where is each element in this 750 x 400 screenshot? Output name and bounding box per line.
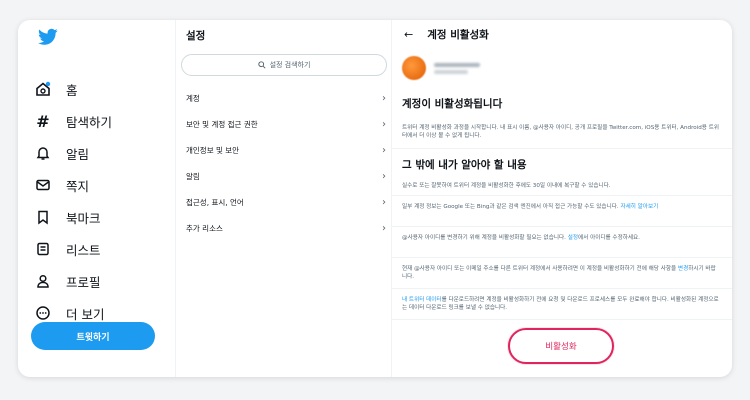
settings-item-label: 보안 및 계정 접근 권한 (186, 119, 258, 129)
settings-search-input[interactable]: 설정 검색하기 (181, 54, 387, 76)
paragraph-restore: 실수로 또는 잘못하여 트위터 계정을 비활성화한 후에도 30일 이내에 복구… (402, 183, 611, 189)
settings-item-resources[interactable]: 추가 리소스 › (186, 220, 386, 236)
settings-item-label: 접근성, 표시, 언어 (186, 197, 244, 207)
primary-nav: 홈 # 탐색하기 알림 쪽지 북마크 리스트 프로필 더 보기 트윗하기 (18, 20, 176, 377)
hashtag-icon: # (36, 111, 50, 131)
settings-item-security[interactable]: 보안 및 계정 접근 권한 › (186, 116, 386, 132)
settings-item-label: 개인정보 및 보안 (186, 145, 240, 155)
deactivate-panel: ← 계정 비활성화 계정이 비활성화됩니다 트위터 계정 비활성화 과정을 시작… (392, 20, 732, 377)
divider (392, 257, 732, 258)
nav-item-profile[interactable]: 프로필 (34, 268, 174, 294)
chevron-right-icon: › (382, 144, 386, 156)
settings-link[interactable]: 설정 (568, 235, 578, 241)
nav-label: 알림 (66, 146, 90, 162)
avatar (402, 56, 426, 80)
account-profile (402, 56, 480, 80)
chevron-right-icon: › (382, 118, 386, 130)
twitter-data-link[interactable]: 내 트위터 데이터 (402, 297, 442, 303)
back-arrow-icon[interactable]: ← (404, 28, 413, 41)
bell-icon (34, 144, 52, 162)
app-window: 홈 # 탐색하기 알림 쪽지 북마크 리스트 프로필 더 보기 트윗하기 설정 … (18, 20, 732, 377)
settings-item-privacy[interactable]: 개인정보 및 보안 › (186, 142, 386, 158)
chevron-right-icon: › (382, 92, 386, 104)
deactivate-button[interactable]: 비활성화 (508, 328, 614, 364)
more-icon (34, 304, 52, 322)
nav-item-lists[interactable]: 리스트 (34, 236, 174, 262)
nav-item-notifications[interactable]: 알림 (34, 140, 174, 166)
chevron-right-icon: › (382, 222, 386, 234)
settings-item-account[interactable]: 계정 › (186, 90, 386, 106)
page-title: 계정 비활성화 (427, 29, 489, 41)
heading-deactivated: 계정이 비활성화됩니다 (402, 98, 503, 110)
envelope-icon (34, 176, 52, 194)
nav-label: 프로필 (66, 274, 101, 290)
settings-item-label: 계정 (186, 93, 200, 103)
twitter-logo-icon[interactable] (38, 28, 58, 46)
home-icon (34, 80, 52, 98)
settings-item-notifications[interactable]: 알림 › (186, 168, 386, 184)
nav-label: 더 보기 (66, 306, 105, 322)
paragraph-download-data: 내 트위터 데이터를 다운로드하려면 계정을 비활성화하기 전에 요청 및 다운… (402, 297, 719, 312)
nav-label: 탐색하기 (66, 114, 113, 130)
tweet-button[interactable]: 트윗하기 (31, 322, 155, 350)
person-icon (34, 272, 52, 290)
nav-label: 쪽지 (66, 178, 90, 194)
nav-item-explore[interactable]: # 탐색하기 (34, 108, 174, 134)
detail-header: ← 계정 비활성화 (404, 27, 489, 42)
bookmark-icon (34, 208, 52, 226)
settings-item-accessibility[interactable]: 접근성, 표시, 언어 › (186, 194, 386, 210)
nav-label: 북마크 (66, 210, 101, 226)
learn-more-link[interactable]: 자세히 알아보기 (620, 204, 658, 210)
settings-item-label: 알림 (186, 171, 200, 181)
settings-title: 설정 (186, 30, 206, 42)
paragraph-search-engines: 일부 계정 정보는 Google 또는 Bing과 같은 검색 엔진에서 아직 … (402, 204, 659, 210)
search-placeholder: 설정 검색하기 (269, 61, 311, 69)
nav-label: 리스트 (66, 242, 101, 258)
list-icon (34, 240, 52, 258)
blurred-account-name (434, 60, 480, 77)
change-link[interactable]: 변경 (678, 266, 688, 272)
divider (392, 288, 732, 289)
divider (392, 195, 732, 196)
chevron-right-icon: › (382, 196, 386, 208)
heading-what-else: 그 밖에 내가 알아야 할 내용 (402, 159, 527, 171)
paragraph-deactivation-info: 트위터 계정 비활성화 과정을 시작합니다. 내 표시 이름, @사용자 아이디… (402, 125, 720, 140)
divider (392, 319, 732, 320)
divider (392, 148, 732, 149)
settings-item-label: 추가 리소스 (186, 223, 223, 233)
nav-label: 홈 (66, 82, 78, 98)
paragraph-reuse-email: 현재 @사용자 아이디 또는 이메일 주소를 다른 트위터 계정에서 사용하려면… (402, 266, 716, 281)
chevron-right-icon: › (382, 170, 386, 182)
settings-column: 설정 설정 검색하기 계정 › 보안 및 계정 접근 권한 › 개인정보 및 보… (176, 20, 392, 377)
search-icon (257, 61, 266, 69)
divider (392, 226, 732, 227)
nav-item-messages[interactable]: 쪽지 (34, 172, 174, 198)
nav-item-home[interactable]: 홈 (34, 76, 174, 102)
nav-item-bookmarks[interactable]: 북마크 (34, 204, 174, 230)
paragraph-change-username: @사용자 아이디를 변경하기 위해 계정을 비활성화할 필요는 없습니다. 설정… (402, 235, 640, 241)
